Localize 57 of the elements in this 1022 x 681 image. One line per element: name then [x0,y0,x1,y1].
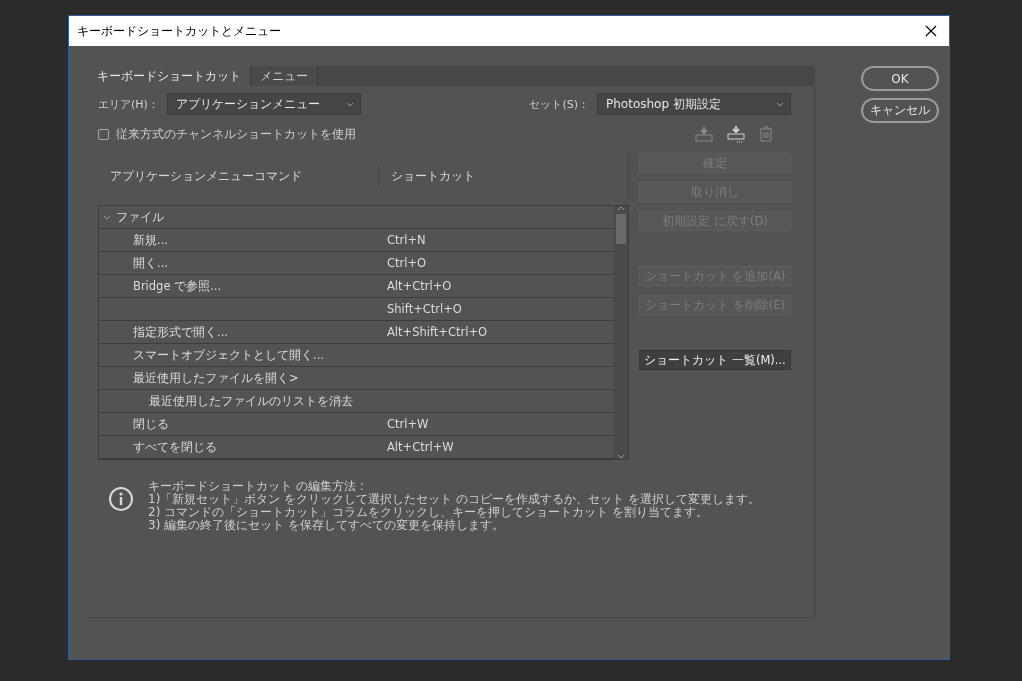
table-row[interactable]: 最近使用したファイルのリストを消去 [99,390,614,413]
table-row[interactable]: 閉じる Ctrl+W [99,413,614,436]
checkbox-label: 従来方式のチャンネルショートカットを使用 [116,125,356,143]
shortcut-cell[interactable]: Ctrl+W [387,417,429,431]
command-cell[interactable]: ファイル [99,209,387,225]
command-cell[interactable]: 閉じる [99,416,387,432]
command-cell[interactable]: 開く... [99,255,387,271]
dialog-button[interactable]: OK [861,66,939,91]
info-text: キーボードショートカット の編集方法 : [148,480,365,493]
shortcut-cell[interactable]: Alt+Ctrl+O [387,279,452,293]
column-header: アプリケーションメニューコマンド [109,168,303,185]
shortcut-cell[interactable]: Alt+Ctrl+W [387,440,454,454]
scrollbar[interactable] [614,206,628,459]
column-header: ショートカット [378,165,628,187]
tab[interactable]: キーボードショートカット [88,66,251,86]
chevron-up-icon [617,206,625,211]
table-row[interactable]: スマートオブジェクトとして開く... [99,344,614,367]
new-set-icon[interactable] [727,125,745,143]
info-text: 3) 編集の終了後にセット を保存してすべての変更を保持します。 [148,519,504,532]
info-text: 1)「新規セット」ボタン をクリックして選択したセット のコピーを作成するか、セット を選択して変更します。 [148,493,760,506]
chevron-down-icon [103,214,111,220]
area-label: エリア(H)： [98,96,159,112]
chevron-down-icon [776,101,784,107]
command-cell[interactable]: Bridge で参照... [99,278,387,294]
command-cell[interactable]: スマートオブジェクトとして開く... [99,347,387,363]
shortcut-cell[interactable]: Shift+Ctrl+O [387,302,462,316]
command-cell[interactable]: 最近使用したファイルを開く> [99,370,387,386]
command-cell[interactable]: 新規... [99,232,387,248]
dialog-button[interactable]: キャンセル [861,98,939,123]
command-cell[interactable]: 指定形式で開く... [99,324,387,340]
table-row[interactable]: Shift+Ctrl+O [99,298,614,321]
table-row[interactable]: Bridge で参照... Alt+Ctrl+O [99,275,614,298]
chevron-down-icon [617,454,625,459]
table-row[interactable]: すべてを閉じる Alt+Ctrl+W [99,436,614,459]
shortcut-cell[interactable]: Alt+Shift+Ctrl+O [387,325,488,339]
area-dropdown[interactable]: アプリケーションメニュー [166,93,361,115]
command-cell[interactable]: すべてを閉じる [99,439,387,455]
table-row[interactable]: ファイル [99,206,614,229]
close-icon [925,25,937,37]
action-button[interactable]: ショートカット 一覧(M)... [639,350,791,370]
table-row[interactable]: 指定形式で開く... Alt+Shift+Ctrl+O [99,321,614,344]
shortcut-cell[interactable]: Ctrl+O [387,256,427,270]
checkbox[interactable] [98,128,109,140]
shortcut-cell[interactable]: Ctrl+N [387,233,426,247]
chevron-down-icon [345,101,354,107]
trash-icon[interactable] [759,126,773,142]
table-row[interactable]: 最近使用したファイルを開く> [99,367,614,390]
window-title: キーボードショートカットとメニュー [77,22,281,40]
info-text: 2) コマンドの「ショートカット」コラムをクリックし、キーを押してショートカット を割り当てます。 [148,506,708,519]
table-row[interactable]: 新規... Ctrl+N [99,229,614,252]
command-cell[interactable]: 最近使用したファイルのリストを消去 [99,393,387,409]
info-icon [108,486,134,512]
scrollbar-thumb[interactable] [616,214,626,244]
table-row[interactable]: 開く... Ctrl+O [99,252,614,275]
set-dropdown[interactable]: Photoshop 初期設定 [597,93,791,115]
set-label: セット(S)： [529,96,589,112]
save-set-icon[interactable] [695,126,713,142]
